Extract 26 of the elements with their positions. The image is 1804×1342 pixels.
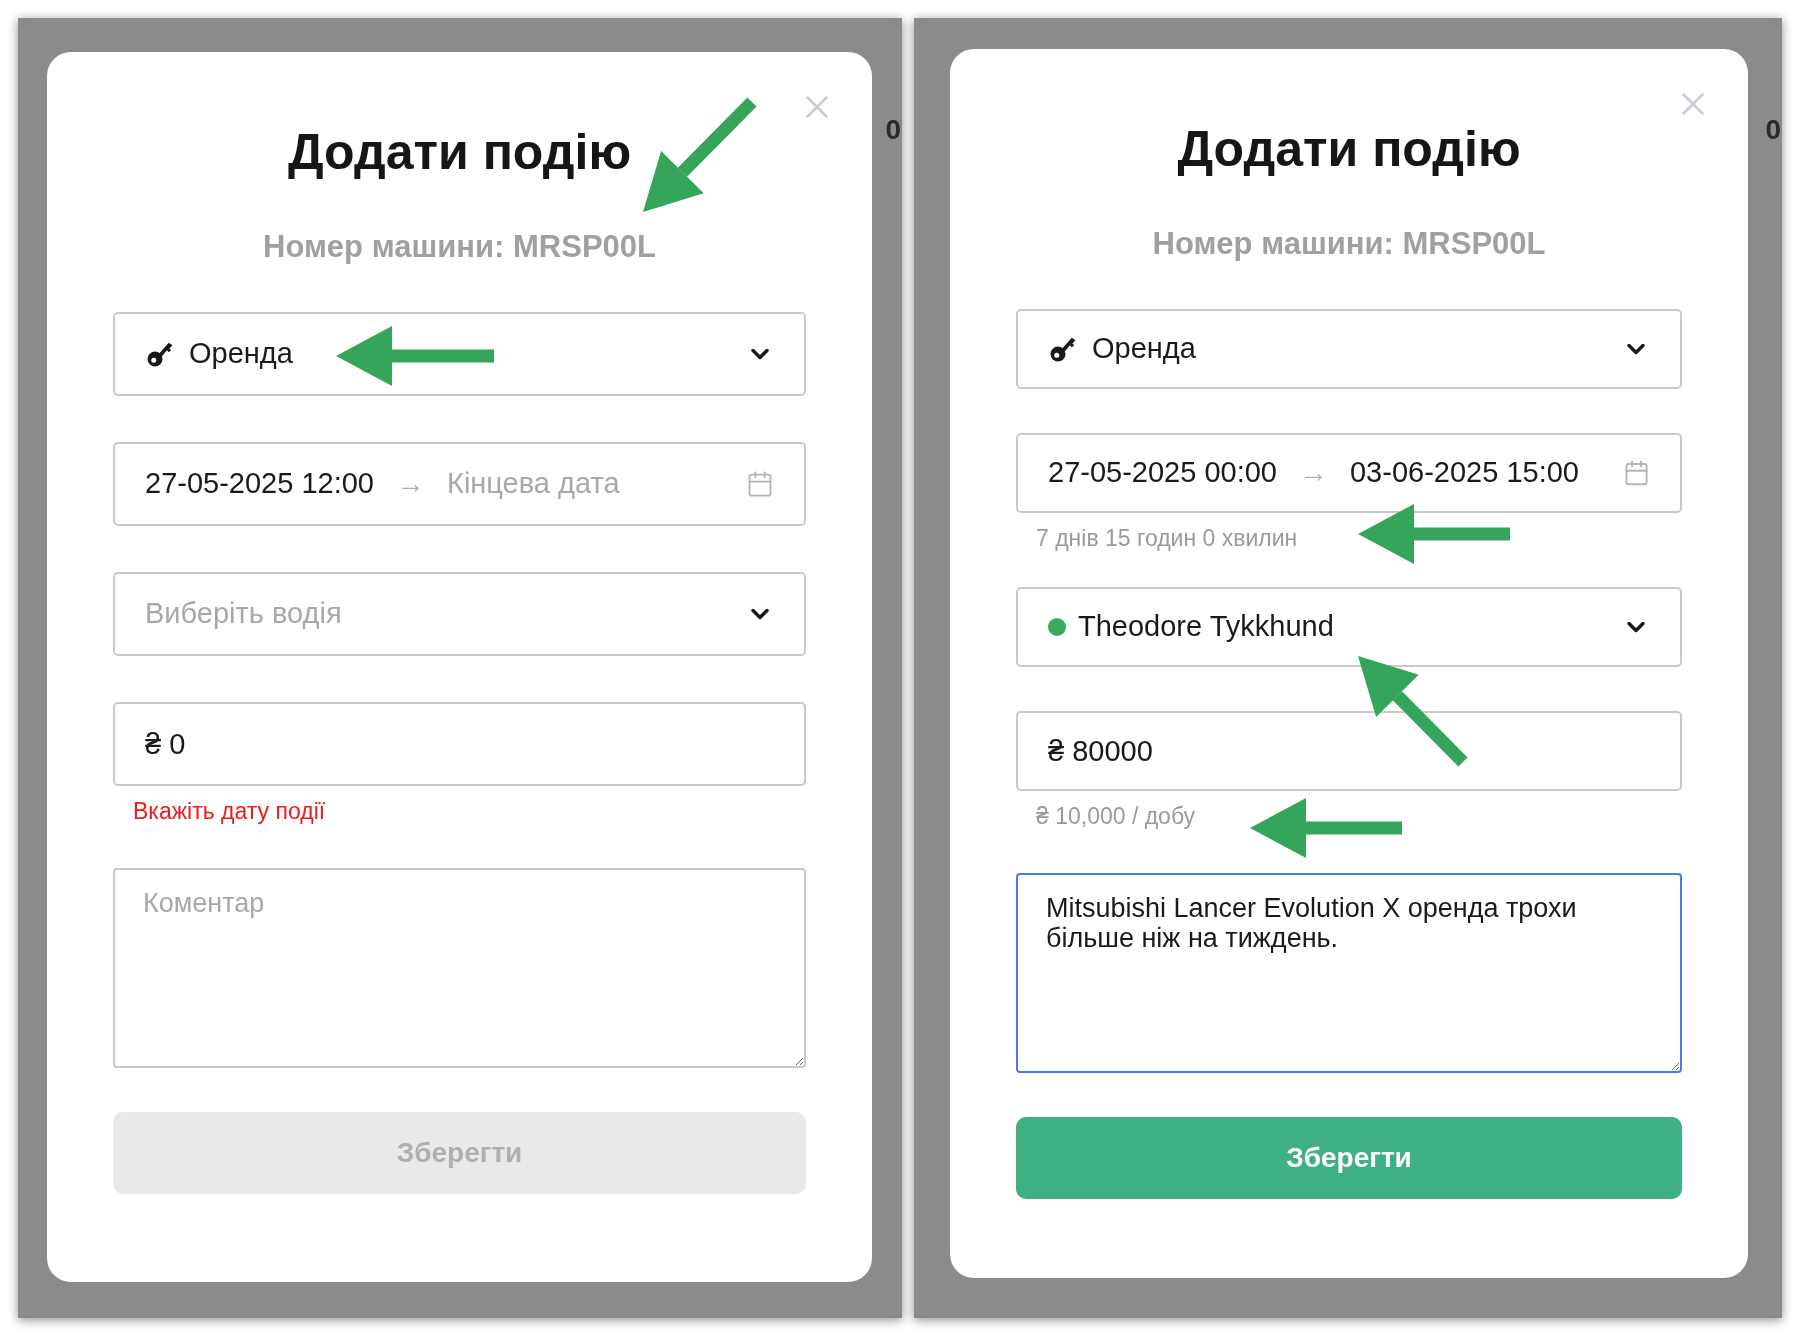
end-date: 03-06-2025 15:00: [1350, 455, 1579, 491]
price-field[interactable]: ₴ 80000: [1016, 711, 1682, 791]
price-per-day-text: ₴ 10,000 / добу: [1036, 801, 1196, 831]
calendar-icon: [746, 470, 774, 498]
modal-title: Додати подію: [287, 123, 632, 182]
start-date: 27-05-2025 12:00: [145, 466, 374, 502]
car-number-subtitle: Номер машини: MRSP00L: [262, 228, 657, 266]
duration-text: 7 днів 15 годин 0 хвилин: [1036, 523, 1298, 553]
end-date-placeholder: Кінцева дата: [447, 466, 620, 502]
date-range-field[interactable]: 27-05-2025 00:00 → 03-06-2025 15:00: [1016, 433, 1682, 513]
modal-title: Додати подію: [1177, 120, 1521, 179]
price-field[interactable]: ₴ 0: [113, 702, 806, 786]
car-number-subtitle: Номер машини: MRSP00L: [1151, 225, 1547, 263]
error-message: Вкажіть дату події: [133, 796, 326, 826]
calendar-icon: [1622, 459, 1650, 487]
arrow-separator: →: [396, 466, 425, 502]
driver-select[interactable]: Theodore Tykkhund: [1016, 587, 1682, 667]
start-date: 27-05-2025 00:00: [1048, 455, 1277, 491]
event-type-select[interactable]: Оренда: [113, 312, 806, 396]
comment-field[interactable]: Mitsubishi Lancer Evolution X оренда трохи більше ніж на тиждень.: [1016, 873, 1682, 1073]
comment-field[interactable]: Коментар: [113, 868, 806, 1068]
arrow-separator: →: [1299, 455, 1328, 491]
table-header-text: 0: [885, 114, 901, 146]
date-range-field[interactable]: 27-05-2025 12:00 → Кінцева дата: [113, 442, 806, 526]
event-type-select[interactable]: Оренда: [1016, 309, 1682, 389]
table-header-text: 0: [1765, 114, 1781, 146]
